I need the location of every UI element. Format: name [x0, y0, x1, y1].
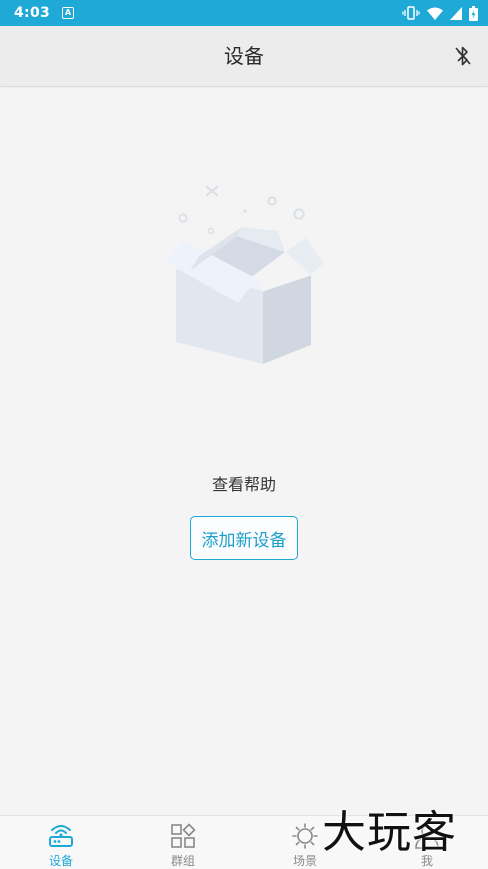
status-bar: 4:03 A: [0, 0, 488, 26]
nav-item-groups[interactable]: 群组: [122, 816, 244, 869]
grid-icon: [169, 822, 197, 850]
nav-item-devices[interactable]: 设备: [0, 816, 122, 869]
nav-label-scenes: 场景: [292, 854, 317, 868]
vibrate-icon: [402, 6, 420, 20]
page-title: 设备: [224, 44, 264, 68]
bluetooth-icon: [455, 46, 471, 66]
bluetooth-button[interactable]: [450, 43, 476, 69]
add-new-device-button[interactable]: 添加新设备: [190, 516, 298, 560]
notification-icon: A: [62, 7, 75, 19]
sun-icon: [291, 822, 319, 850]
device-list-empty: 查看帮助 添加新设备: [0, 87, 488, 815]
battery-icon: [469, 5, 478, 21]
nav-label-devices: 设备: [48, 854, 73, 868]
watermark: 大玩客: [322, 807, 457, 858]
signal-icon: [450, 6, 462, 20]
empty-box-illustration: [164, 185, 324, 364]
view-help-link[interactable]: 查看帮助: [0, 471, 488, 495]
app-bar: 设备: [0, 26, 488, 87]
status-icons: [402, 5, 478, 21]
status-time: 4:03: [14, 5, 51, 21]
router-icon: [47, 822, 75, 850]
nav-label-groups: 群组: [170, 854, 195, 868]
wifi-icon: [427, 7, 443, 20]
